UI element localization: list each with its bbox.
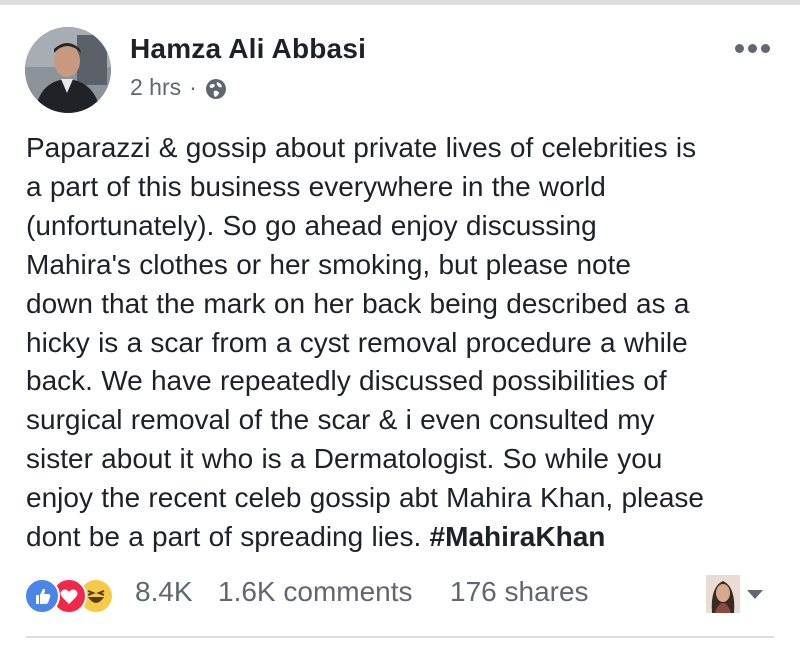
post-text-line: a part of this business everywhere in th… xyxy=(26,170,606,202)
share-count[interactable]: 176 shares xyxy=(450,576,589,608)
globe-icon[interactable] xyxy=(205,78,227,100)
post-text-line: Mahira's clothes or her smoking, but ple… xyxy=(26,248,631,280)
more-options-icon[interactable] xyxy=(735,44,770,53)
comment-count[interactable]: 1.6K comments xyxy=(218,576,413,608)
post-text-line: enjoy the recent celeb gossip abt Mahira… xyxy=(26,482,704,514)
post-timestamp[interactable]: 2 hrs xyxy=(130,74,181,101)
meta-separator: · xyxy=(189,74,197,100)
post-text-line: hicky is a scar from a cyst removal proc… xyxy=(26,326,688,358)
post-text-line: Paparazzi & gossip about private lives o… xyxy=(26,132,697,163)
viewer-avatar[interactable] xyxy=(706,575,740,613)
post-text-line: down that the mark on her back being des… xyxy=(26,287,690,319)
actions-divider xyxy=(26,636,774,638)
post-text: Paparazzi & gossip about private lives o… xyxy=(26,129,786,557)
post-text-line: sister about it who is a Dermatologist. … xyxy=(26,443,663,475)
more-dot xyxy=(761,44,770,53)
post-meta: 2 hrs · xyxy=(130,74,227,101)
author-name[interactable]: Hamza Ali Abbasi xyxy=(130,33,366,65)
post-text-line: (unfortunately). So go ahead enjoy discu… xyxy=(26,209,597,241)
post-text-line-last: dont be a part of spreading lies. #Mahir… xyxy=(26,518,786,557)
post-text-line: surgical removal of the scar & i even co… xyxy=(26,404,655,436)
more-dot xyxy=(735,44,744,53)
author-avatar[interactable] xyxy=(25,27,111,113)
facebook-post: Hamza Ali Abbasi 2 hrs · Paparazzi & gos… xyxy=(0,0,800,660)
chevron-down-icon[interactable] xyxy=(747,590,763,599)
hashtag-link[interactable]: #MahiraKhan xyxy=(430,521,606,552)
post-text-line: dont be a part of spreading lies. xyxy=(26,521,430,553)
post-text-line: back. We have repeatedly discussed possi… xyxy=(26,365,667,397)
more-dot xyxy=(748,44,757,53)
like-reaction-icon xyxy=(24,578,60,614)
reaction-count[interactable]: 8.4K xyxy=(135,576,193,608)
reaction-icons[interactable] xyxy=(24,578,114,614)
